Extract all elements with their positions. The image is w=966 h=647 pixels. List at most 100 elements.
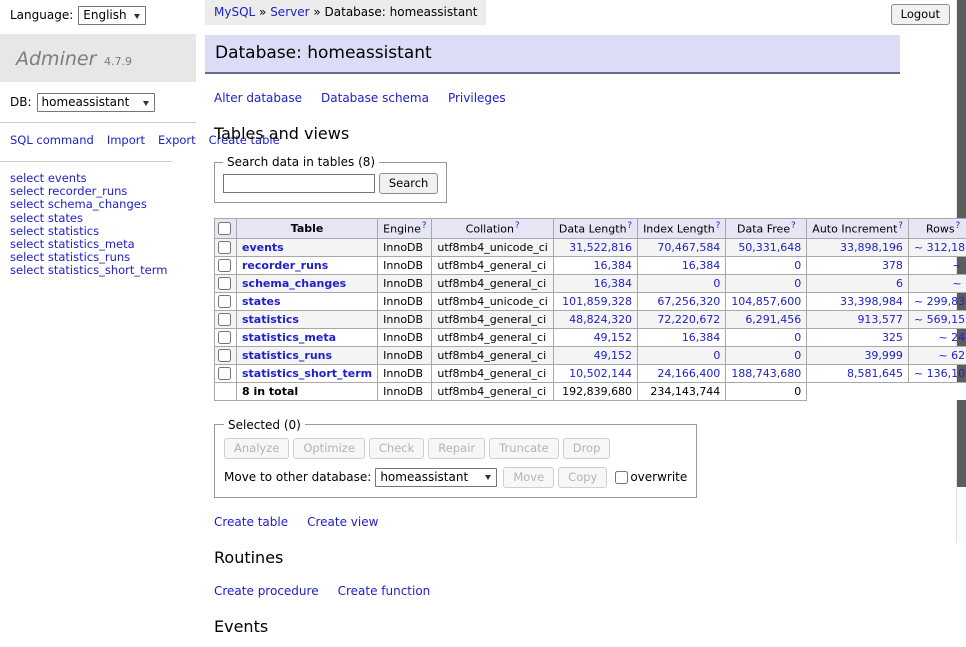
table-name-link-states[interactable]: states xyxy=(242,295,281,308)
move-button[interactable]: Move xyxy=(503,467,554,488)
data-length-cell[interactable]: 16,384 xyxy=(553,274,637,292)
row-checkbox[interactable] xyxy=(218,313,231,326)
data-free-cell[interactable]: 0 xyxy=(726,274,807,292)
check-button[interactable]: Check xyxy=(369,438,424,459)
index-length-cell[interactable]: 24,166,400 xyxy=(638,364,726,382)
sidebar-link-export[interactable]: Export xyxy=(158,133,196,147)
breadcrumb-item[interactable]: Server xyxy=(270,5,309,19)
analyze-button[interactable]: Analyze xyxy=(224,438,289,459)
breadcrumb-item[interactable]: MySQL xyxy=(214,5,255,19)
select-link[interactable]: select xyxy=(10,184,44,198)
row-checkbox[interactable] xyxy=(218,259,231,272)
rows-count-cell[interactable]: ~ 244 xyxy=(908,328,966,346)
data-free-cell[interactable]: 0 xyxy=(726,346,807,364)
data-free-cell[interactable]: 0 xyxy=(726,256,807,274)
table-link-events[interactable]: events xyxy=(48,171,87,185)
row-checkbox[interactable] xyxy=(218,331,231,344)
create-view-link[interactable]: Create view xyxy=(307,515,378,529)
auto-increment-cell[interactable]: 39,999 xyxy=(807,346,909,364)
help-link[interactable]: ? xyxy=(898,221,903,231)
index-length-cell[interactable]: 16,384 xyxy=(638,256,726,274)
sidebar-link-import[interactable]: Import xyxy=(107,133,145,147)
table-link-recorder_runs[interactable]: recorder_runs xyxy=(48,184,128,198)
data-free-cell[interactable]: 0 xyxy=(726,328,807,346)
help-link[interactable]: ? xyxy=(628,221,633,231)
db-link-privileges[interactable]: Privileges xyxy=(448,91,506,105)
data-length-cell[interactable]: 31,522,816 xyxy=(553,238,637,256)
index-length-cell[interactable]: 16,384 xyxy=(638,328,726,346)
row-checkbox[interactable] xyxy=(218,295,231,308)
data-length-cell[interactable]: 16,384 xyxy=(553,256,637,274)
drop-button[interactable]: Drop xyxy=(563,438,611,459)
row-checkbox[interactable] xyxy=(218,241,231,254)
data-length-cell[interactable]: 49,152 xyxy=(553,328,637,346)
select-link[interactable]: select xyxy=(10,263,44,277)
sidebar-link-sql-command[interactable]: SQL command xyxy=(10,133,94,147)
select-link[interactable]: select xyxy=(10,237,44,251)
db-link-alter-database[interactable]: Alter database xyxy=(214,91,302,105)
copy-button[interactable]: Copy xyxy=(558,467,607,488)
auto-increment-cell[interactable]: 8,581,645 xyxy=(807,364,909,382)
auto-increment-cell[interactable]: 378 xyxy=(807,256,909,274)
help-link[interactable]: ? xyxy=(515,221,520,231)
help-link[interactable]: ? xyxy=(422,221,427,231)
create-procedure-link[interactable]: Create procedure xyxy=(214,584,319,598)
repair-button[interactable]: Repair xyxy=(428,438,485,459)
index-length-cell[interactable]: 67,256,320 xyxy=(638,292,726,310)
help-link[interactable]: ? xyxy=(791,221,796,231)
search-button[interactable]: Search xyxy=(379,173,439,194)
overwrite-option[interactable]: overwrite xyxy=(615,470,687,484)
rows-count-cell[interactable]: ~ 136,108 xyxy=(908,364,966,382)
auto-increment-cell[interactable]: 325 xyxy=(807,328,909,346)
table-link-states[interactable]: states xyxy=(48,211,83,225)
create-table-link[interactable]: Create table xyxy=(214,515,288,529)
data-length-cell[interactable]: 101,859,328 xyxy=(553,292,637,310)
index-length-cell[interactable]: 72,220,672 xyxy=(638,310,726,328)
data-length-cell[interactable]: 48,824,320 xyxy=(553,310,637,328)
table-name-link-statistics_short_term[interactable]: statistics_short_term xyxy=(242,367,372,380)
db-link-database-schema[interactable]: Database schema xyxy=(321,91,429,105)
data-length-cell[interactable]: 49,152 xyxy=(553,346,637,364)
data-free-cell[interactable]: 188,743,680 xyxy=(726,364,807,382)
help-link[interactable]: ? xyxy=(716,221,721,231)
auto-increment-cell[interactable]: 33,898,196 xyxy=(807,238,909,256)
table-link-statistics_meta[interactable]: statistics_meta xyxy=(48,237,135,251)
row-checkbox[interactable] xyxy=(218,349,231,362)
table-name-link-statistics[interactable]: statistics xyxy=(242,313,299,326)
data-free-cell[interactable]: 104,857,600 xyxy=(726,292,807,310)
table-link-statistics[interactable]: statistics xyxy=(48,224,99,238)
overwrite-checkbox[interactable] xyxy=(615,471,628,484)
rows-count-cell[interactable]: ~ 299,833 xyxy=(908,292,966,310)
db-select[interactable]: homeassistant xyxy=(37,93,155,112)
select-link[interactable]: select xyxy=(10,224,44,238)
row-checkbox[interactable] xyxy=(218,277,231,290)
table-name-link-recorder_runs[interactable]: recorder_runs xyxy=(242,259,328,272)
auto-increment-cell[interactable]: 6 xyxy=(807,274,909,292)
index-length-cell[interactable]: 0 xyxy=(638,274,726,292)
auto-increment-cell[interactable]: 913,577 xyxy=(807,310,909,328)
rows-count-cell[interactable]: ~ 5 xyxy=(908,256,966,274)
data-free-cell[interactable]: 50,331,648 xyxy=(726,238,807,256)
search-input[interactable] xyxy=(223,174,375,193)
help-link[interactable]: ? xyxy=(956,221,961,231)
language-select[interactable]: English xyxy=(78,6,146,25)
select-all-checkbox[interactable] xyxy=(218,222,231,235)
table-link-statistics_short_term[interactable]: statistics_short_term xyxy=(48,263,168,277)
create-function-link[interactable]: Create function xyxy=(338,584,431,598)
table-link-statistics_runs[interactable]: statistics_runs xyxy=(48,250,130,264)
table-link-schema_changes[interactable]: schema_changes xyxy=(48,197,147,211)
row-checkbox[interactable] xyxy=(218,367,231,380)
select-link[interactable]: select xyxy=(10,211,44,225)
move-db-select[interactable]: homeassistant xyxy=(375,468,497,487)
optimize-button[interactable]: Optimize xyxy=(293,438,365,459)
select-link[interactable]: select xyxy=(10,197,44,211)
index-length-cell[interactable]: 70,467,584 xyxy=(638,238,726,256)
rows-count-cell[interactable]: ~ 3 xyxy=(908,274,966,292)
table-name-link-statistics_runs[interactable]: statistics_runs xyxy=(242,349,332,362)
table-name-link-schema_changes[interactable]: schema_changes xyxy=(242,277,346,290)
rows-count-cell[interactable]: ~ 312,180 xyxy=(908,238,966,256)
index-length-cell[interactable]: 0 xyxy=(638,346,726,364)
table-name-link-events[interactable]: events xyxy=(242,241,284,254)
truncate-button[interactable]: Truncate xyxy=(489,438,559,459)
auto-increment-cell[interactable]: 33,398,984 xyxy=(807,292,909,310)
